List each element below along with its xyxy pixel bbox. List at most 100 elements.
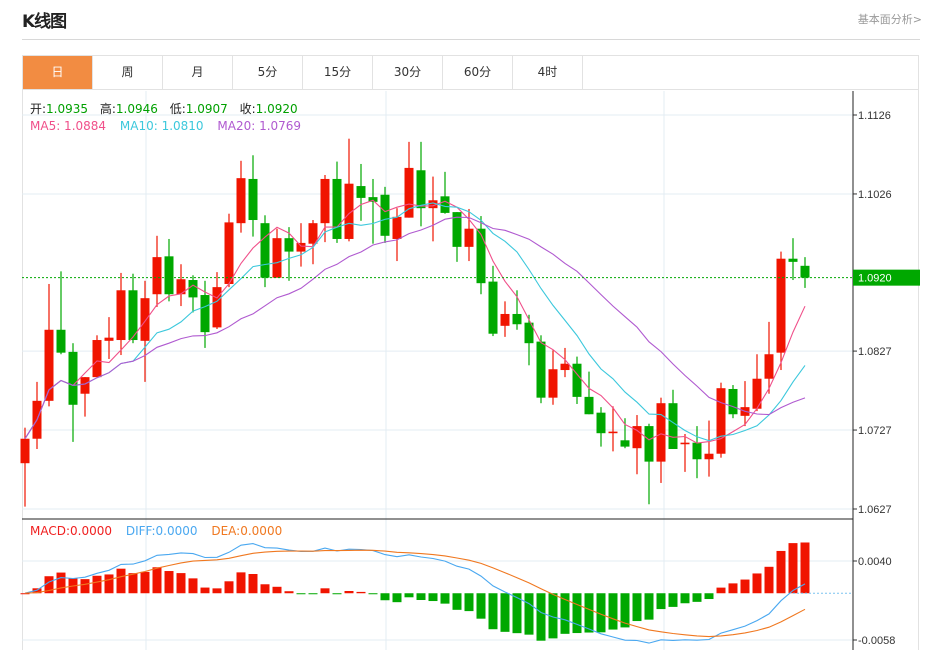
macd-bar [764,566,774,594]
candle-down [596,412,606,434]
candle-up [212,287,222,328]
dea-value: DEA:0.0000 [211,524,283,538]
macd-bar [716,587,726,594]
candle-up [704,453,714,460]
high-label: 高: [99,102,116,116]
macd-bar [236,572,246,594]
macd-tick-label: -0.0058 [858,635,895,647]
candle-down [380,194,390,236]
ma-info: MA5: 1.0884 MA10: 1.0810 MA20: 1.0769 [30,119,301,133]
candle-up [140,298,150,341]
macd-bar [680,593,690,604]
candle-up [608,431,618,434]
macd-bar [152,567,162,594]
candle-down [56,329,66,353]
macd-bar [308,593,318,595]
macd-bar [140,571,150,594]
candle-down [476,228,486,284]
candle-up [680,442,690,445]
macd-bar [428,593,438,602]
macd-bar [92,575,102,594]
candle-down [800,265,810,278]
low-value: 1.0907 [185,102,228,116]
candle-up [296,242,306,252]
macd-tick-label: 0.0040 [858,556,892,568]
candle-down [332,178,342,239]
candle-up [392,216,402,239]
candle-up [776,258,786,353]
candle-up [500,313,510,326]
macd-bar [536,593,546,641]
macd-bar [368,593,378,595]
macd-bar [572,593,582,634]
candle-down [188,280,198,298]
price-tick-label: 1.0627 [858,504,892,516]
macd-bar [128,573,138,594]
macd-bar [392,593,402,603]
candle-up [272,238,282,278]
candle-up [92,340,102,378]
candle-down [284,238,294,252]
candle-down [260,223,270,278]
candle-down [584,396,594,415]
macd-bar [704,593,714,600]
macd-bar [584,593,594,633]
macd-bar [644,593,654,620]
macd-bar [464,593,474,612]
macd-bar [344,590,354,594]
candle-up [320,178,330,224]
macd-bar [524,593,534,635]
macd-bar [404,593,414,598]
candle-down [416,170,426,209]
candle-up [236,178,246,224]
high-value: 1.0946 [115,102,158,116]
macd-bar [188,578,198,594]
macd-bar [200,587,210,594]
macd-bar [608,593,618,630]
macd-bar [356,591,366,594]
macd-bar [668,593,678,607]
macd-bar [164,571,174,594]
macd-value: MACD:0.0000 [30,524,113,538]
candle-down [788,258,798,262]
ma10-value: MA10: 1.0810 [119,119,204,133]
macd-info: MACD:0.0000 DIFF:0.0000 DEA:0.0000 [30,524,282,538]
candle-up [224,222,234,284]
candle-up [548,369,558,398]
macd-bar [260,584,270,594]
macd-bar [416,593,426,601]
candle-up [716,388,726,454]
macd-bar [632,593,642,622]
candle-up [656,403,666,462]
candle-down [692,442,702,460]
macd-bar [212,588,222,594]
candle-down [356,186,366,198]
macd-bar [284,591,294,594]
open-label: 开: [30,102,47,116]
price-tick-label: 1.1026 [858,189,892,201]
macd-bar [80,579,90,594]
candle-down [200,295,210,333]
candle-down [536,341,546,398]
close-label: 收: [239,102,256,116]
macd-bar [440,593,450,604]
macd-bar [332,593,342,595]
macd-bar [296,593,306,595]
ma20-value: MA20: 1.0769 [217,119,302,133]
candle-down [488,281,498,334]
macd-bar [116,568,126,594]
macd-bar [788,543,798,594]
candle-down [164,256,174,295]
candle-up [104,337,114,341]
candle-up [152,257,162,295]
candle-down [644,426,654,462]
candle-down [248,178,258,221]
price-tick-label: 1.0727 [858,425,892,437]
candlestick-chart[interactable]: 1.1126 1.1026 1.0827 1.0727 1.0627 0.0040 -0.0… [0,0,936,650]
macd-bar [656,593,666,610]
candle-down [572,363,582,397]
candle-up [464,228,474,247]
diff-value: DIFF:0.0000 [125,524,198,538]
candle-down [620,440,630,447]
candle-down [728,388,738,415]
